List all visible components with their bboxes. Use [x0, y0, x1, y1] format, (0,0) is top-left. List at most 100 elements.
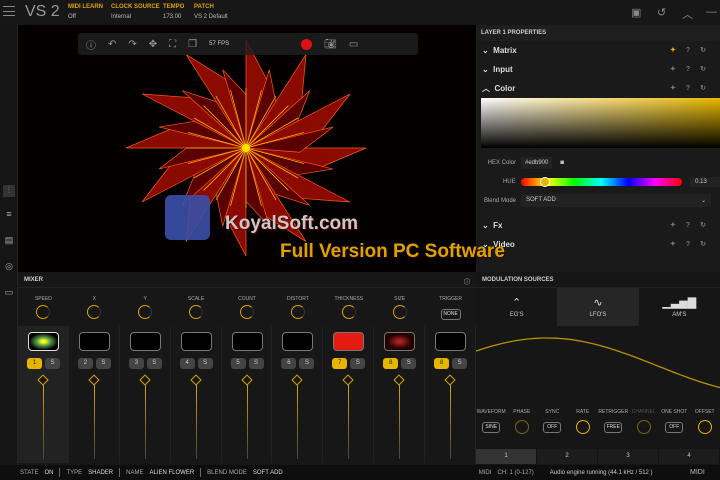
control-sync[interactable]: SYNC OFF: [537, 409, 568, 449]
undo-icon[interactable]: ↶: [108, 39, 116, 50]
fader-track[interactable]: [399, 384, 401, 459]
fader-track[interactable]: [348, 384, 350, 459]
layer-thumbnail[interactable]: [333, 332, 365, 351]
help-icon[interactable]: ⓘ: [86, 37, 96, 52]
pin-help-reset-icons[interactable]: ✦?↻: [670, 65, 716, 73]
redo-icon[interactable]: ↷: [128, 39, 136, 50]
camera-icon[interactable]: 📷︎: [324, 39, 337, 50]
knob-speed[interactable]: SPEED: [18, 288, 69, 326]
fader-handle[interactable]: [240, 374, 253, 386]
solo-button[interactable]: S: [146, 358, 162, 369]
fader-handle[interactable]: [88, 374, 100, 386]
fader-handle[interactable]: [342, 374, 355, 386]
folder-icon[interactable]: ▭: [349, 39, 358, 50]
channel-select-button[interactable]: 8: [383, 358, 399, 369]
knob-size[interactable]: SIZE: [374, 288, 425, 326]
blend-mode-select[interactable]: SOFT ADD ⌄: [521, 194, 711, 207]
minimize-icon[interactable]: —: [706, 6, 717, 18]
solo-button[interactable]: S: [248, 358, 264, 369]
tab-egs[interactable]: ⌃ EG'S: [476, 288, 557, 326]
layer-thumbnail[interactable]: [78, 332, 110, 351]
lfo-slot-tab[interactable]: 4: [659, 449, 720, 464]
fader-track[interactable]: [144, 384, 146, 459]
knob-distort[interactable]: DISTORT: [272, 288, 323, 326]
tab-ams[interactable]: ▁▃▅▇ AM'S: [639, 288, 720, 326]
tempo[interactable]: TEMPO 173.00: [163, 4, 184, 20]
knob-thickness[interactable]: THICKNESS: [323, 288, 374, 326]
trigger-control[interactable]: TRIGGER NONE: [425, 288, 476, 326]
layer-thumbnail[interactable]: [28, 332, 59, 351]
fader-handle[interactable]: [139, 374, 151, 386]
channel-select-button[interactable]: 7: [332, 358, 348, 369]
control-one-shot[interactable]: ONE SHOT OFF: [659, 409, 690, 449]
solo-button[interactable]: S: [452, 358, 468, 369]
fader-handle[interactable]: [393, 374, 405, 386]
knob-y[interactable]: Y: [120, 288, 171, 326]
layer-thumbnail[interactable]: [435, 332, 467, 351]
tab-lfos[interactable]: ∿ LFO'S: [557, 288, 639, 326]
knob-count[interactable]: COUNT: [222, 288, 273, 326]
chevron-up-icon[interactable]: ︿: [682, 6, 693, 22]
pin-help-reset-icons[interactable]: ✦?↻: [670, 84, 716, 92]
section-input[interactable]: ⌄ Input ✦?↻: [476, 60, 720, 79]
solo-button[interactable]: S: [401, 358, 417, 369]
patch[interactable]: PATCH VS 2 Default: [194, 4, 228, 20]
layer-thumbnail[interactable]: [384, 332, 416, 351]
fader-track[interactable]: [450, 384, 452, 459]
midi-learn[interactable]: MIDI LEARN Off: [68, 4, 103, 20]
fader-track[interactable]: [43, 384, 44, 459]
help-icon[interactable]: ⓘ: [464, 277, 470, 286]
fader-track[interactable]: [246, 384, 248, 459]
copy-icon[interactable]: ❐: [188, 39, 197, 50]
solo-button[interactable]: S: [197, 358, 213, 369]
fader-handle[interactable]: [190, 374, 202, 386]
control-retrigger[interactable]: RETRIGGER FREE: [598, 409, 629, 449]
move-icon[interactable]: ✥: [149, 39, 157, 50]
clock-source[interactable]: CLOCK SOURCE Internal: [111, 4, 160, 20]
layer-thumbnail[interactable]: [129, 332, 161, 351]
pin-help-reset-icons[interactable]: ✦?↻: [670, 46, 716, 54]
fullscreen-icon[interactable]: ⛶: [169, 39, 176, 50]
lfo-slot-tab[interactable]: 3: [598, 449, 659, 464]
solo-button[interactable]: S: [95, 358, 111, 369]
gamepad-icon[interactable]: ◎: [3, 261, 15, 273]
control-channel[interactable]: CHANNEL: [629, 409, 660, 449]
fader-track[interactable]: [297, 384, 299, 459]
card-icon[interactable]: ▭: [3, 287, 15, 299]
channel-select-button[interactable]: 5: [230, 358, 246, 369]
fader-handle[interactable]: [37, 374, 49, 386]
color-picker[interactable]: [481, 98, 720, 148]
solo-button[interactable]: S: [350, 358, 366, 369]
mixer-sliders-icon[interactable]: ⫶: [3, 185, 15, 197]
record-button[interactable]: [301, 38, 313, 50]
reset-icon[interactable]: ↺: [657, 6, 666, 19]
control-phase[interactable]: PHASE: [507, 409, 538, 449]
knob-x[interactable]: X: [69, 288, 120, 326]
eyedropper-icon[interactable]: ◙: [560, 160, 564, 166]
channel-select-button[interactable]: 8: [434, 358, 450, 369]
channel-select-button[interactable]: 3: [128, 358, 144, 369]
hex-input[interactable]: #edb900: [521, 156, 553, 169]
channel-select-button[interactable]: 1: [27, 358, 42, 369]
fader-handle[interactable]: [444, 374, 456, 386]
control-offset[interactable]: OFFSET: [690, 409, 720, 449]
fader-track[interactable]: [195, 384, 197, 459]
channel-select-button[interactable]: 4: [179, 358, 195, 369]
section-color[interactable]: ︿ Color ✦?↻: [476, 79, 720, 98]
channel-select-button[interactable]: 6: [281, 358, 297, 369]
lfo-slot-tab[interactable]: 1: [476, 449, 537, 464]
channel-select-button[interactable]: 2: [77, 358, 93, 369]
media-icon[interactable]: ▤: [3, 235, 15, 247]
fader-track[interactable]: [93, 384, 95, 459]
control-waveform[interactable]: WAVEFORM SINE: [476, 409, 507, 449]
control-rate[interactable]: RATE: [568, 409, 599, 449]
fader-handle[interactable]: [291, 374, 304, 386]
menu-icon[interactable]: [3, 6, 15, 16]
knob-scale[interactable]: SCALE: [171, 288, 222, 326]
layer-thumbnail[interactable]: [231, 332, 263, 351]
hue-slider[interactable]: [520, 176, 683, 187]
solo-button[interactable]: S: [45, 358, 60, 369]
layer-thumbnail[interactable]: [282, 332, 314, 351]
solo-button[interactable]: S: [299, 358, 315, 369]
section-matrix[interactable]: ⌄ Matrix ✦?↻: [476, 41, 720, 60]
